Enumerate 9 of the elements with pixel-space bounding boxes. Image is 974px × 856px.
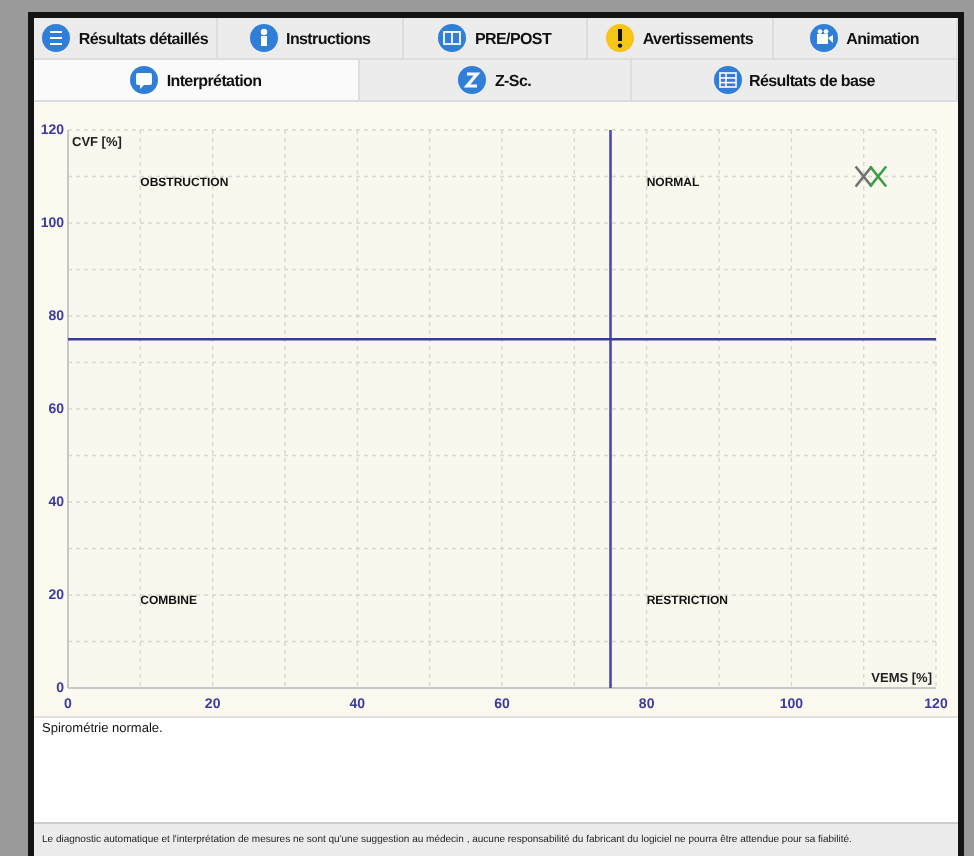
tab[interactable]: Interprétation xyxy=(34,60,360,100)
tab[interactable]: Animation xyxy=(773,18,959,58)
warning-icon xyxy=(606,24,635,52)
list-icon xyxy=(42,24,71,52)
speech-bubble-icon xyxy=(130,66,159,94)
camera-icon xyxy=(810,24,839,52)
compare-icon xyxy=(438,24,467,52)
z-letter-icon xyxy=(458,66,487,94)
table-icon xyxy=(713,66,742,94)
